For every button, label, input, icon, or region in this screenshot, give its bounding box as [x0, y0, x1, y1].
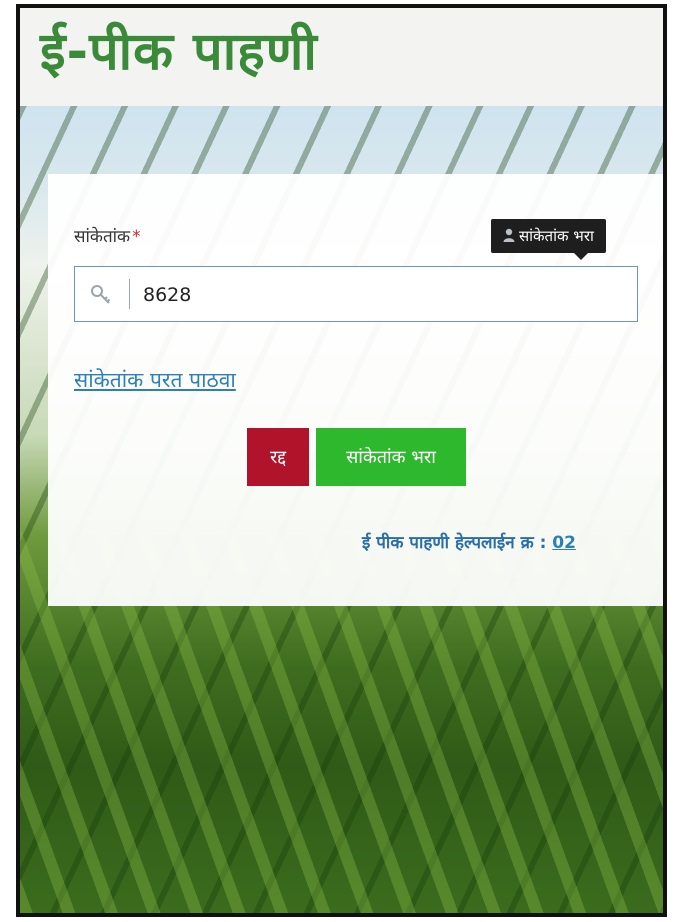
app-title: ई-पीक पाहणी [40, 22, 318, 82]
code-input[interactable] [141, 275, 625, 315]
helpline-info: ई पीक पाहणी हेल्पलाईन क्र : 02 [362, 530, 576, 553]
user-icon [503, 220, 515, 254]
key-icon [89, 282, 113, 310]
helpline-number-link[interactable]: 02 [552, 533, 576, 553]
app-header: ई-पीक पाहणी [20, 8, 663, 106]
app-frame: ई-पीक पाहणी सांकेतांक * सांकेतांक भरा 86… [16, 4, 667, 917]
tooltip-text: सांकेतांक भरा [519, 227, 594, 245]
cancel-button[interactable]: रद्द [247, 428, 309, 486]
resend-code-link[interactable]: सांकेतांक परत पाठवा [74, 366, 236, 394]
input-divider [129, 279, 130, 309]
code-label-text: सांकेतांक [74, 227, 131, 247]
code-label: सांकेतांक * [74, 224, 141, 247]
verification-panel: सांकेतांक* सांकेतांक भरा सांकेतांक परत प… [48, 174, 663, 606]
code-input-group [74, 266, 638, 322]
submit-code-button[interactable]: सांकेतांक भरा [316, 428, 466, 486]
code-tooltip: सांकेतांक भरा [491, 219, 606, 260]
required-marker: * [132, 227, 141, 247]
helpline-text: ई पीक पाहणी हेल्पलाईन क्र : [362, 533, 553, 553]
